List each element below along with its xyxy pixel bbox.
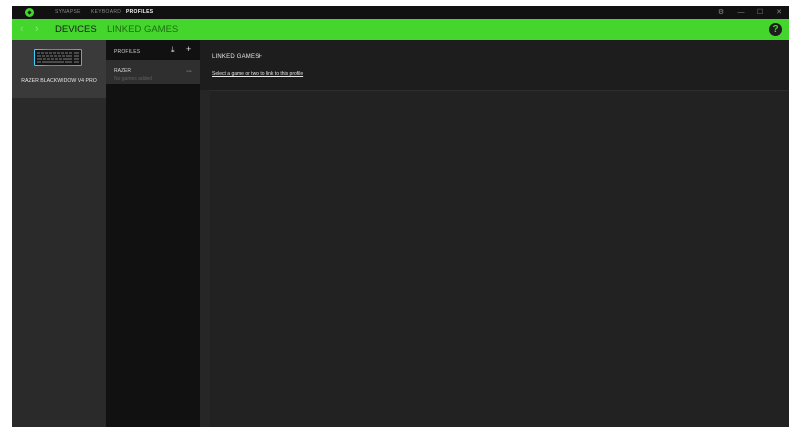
device-card[interactable]: RAZER BLACKWIDOW V4 PRO [12,40,106,98]
close-icon[interactable]: ✕ [774,6,784,19]
back-arrow-icon[interactable]: ‹ [20,19,24,40]
panel-divider [200,90,210,427]
keyboard-icon [34,49,82,66]
import-profile-icon[interactable]: ⤓ [171,45,175,55]
maximize-icon[interactable]: ☐ [755,6,765,19]
add-linked-game-icon[interactable]: + [257,51,262,61]
nav-linked-games[interactable]: LINKED GAMES [107,19,178,40]
synapse-window: SYNAPSE KEYBOARD PROFILES ⚙ — ☐ ✕ ‹ › DE… [12,6,789,427]
tab-profiles[interactable]: PROFILES [126,6,153,19]
profile-games-status: No games added [114,76,153,82]
profiles-column: PROFILES ⤓ + RAZER No games added ··· [106,40,200,427]
minimize-icon[interactable]: — [736,6,746,19]
select-game-link[interactable]: Select a game or two to link to this pro… [212,71,303,77]
linked-games-title: LINKED GAMES [212,54,260,60]
help-icon[interactable]: ? [769,23,782,36]
profiles-label: PROFILES [114,49,141,55]
profile-name: RAZER [114,68,131,74]
linked-games-content [210,91,789,427]
nav-bar: ‹ › DEVICES LINKED GAMES ? [12,19,789,40]
add-profile-icon[interactable]: + [186,44,191,54]
tab-keyboard[interactable]: KEYBOARD [91,6,121,19]
more-options-icon[interactable]: ··· [186,68,192,75]
profile-item[interactable]: RAZER No games added ··· [106,60,200,84]
razer-logo-icon[interactable] [25,8,34,17]
tab-synapse[interactable]: SYNAPSE [55,6,81,19]
device-name: RAZER BLACKWIDOW V4 PRO [21,78,97,84]
forward-arrow-icon[interactable]: › [35,19,39,40]
title-bar: SYNAPSE KEYBOARD PROFILES ⚙ — ☐ ✕ [12,6,789,19]
linked-games-header: LINKED GAMES + Select a game or two to l… [200,40,789,90]
device-panel: RAZER BLACKWIDOW V4 PRO [12,40,106,427]
nav-devices[interactable]: DEVICES [55,19,97,40]
settings-icon[interactable]: ⚙ [716,6,726,19]
